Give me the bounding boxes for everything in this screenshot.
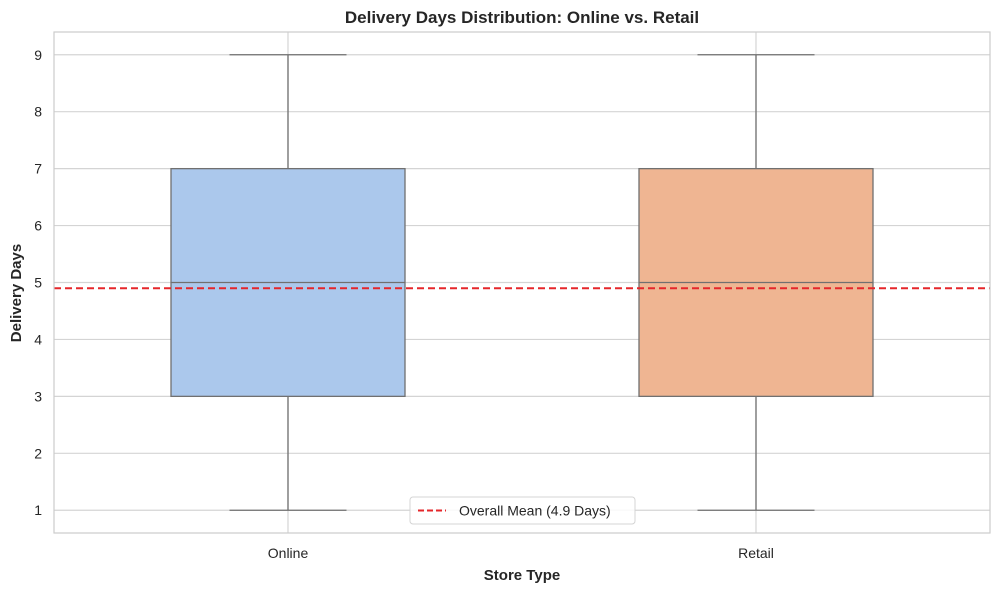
y-tick-label: 7	[34, 161, 42, 177]
y-tick-label: 6	[34, 218, 42, 234]
y-tick-label: 8	[34, 104, 42, 120]
y-tick-label: 5	[34, 275, 42, 291]
y-tick-label: 2	[34, 445, 42, 461]
chart-title: Delivery Days Distribution: Online vs. R…	[345, 8, 699, 27]
y-tick-label: 1	[34, 502, 42, 518]
y-tick-label: 3	[34, 388, 42, 404]
legend: Overall Mean (4.9 Days)	[409, 496, 636, 525]
box-plot-chart: Delivery Days Distribution: Online vs. R…	[0, 0, 1000, 593]
y-axis-label: Delivery Days	[8, 244, 25, 342]
y-axis-ticks: 1 2 3 4 5 6 7 8 9	[34, 47, 42, 518]
x-axis-label: Store Type	[484, 567, 560, 584]
x-tick-label: Online	[268, 545, 309, 561]
y-tick-label: 4	[34, 331, 42, 347]
x-tick-label: Retail	[738, 545, 774, 561]
y-tick-label: 9	[34, 47, 42, 63]
legend-label: Overall Mean (4.9 Days)	[459, 503, 611, 519]
chart-container: Delivery Days Distribution: Online vs. R…	[0, 0, 1000, 593]
